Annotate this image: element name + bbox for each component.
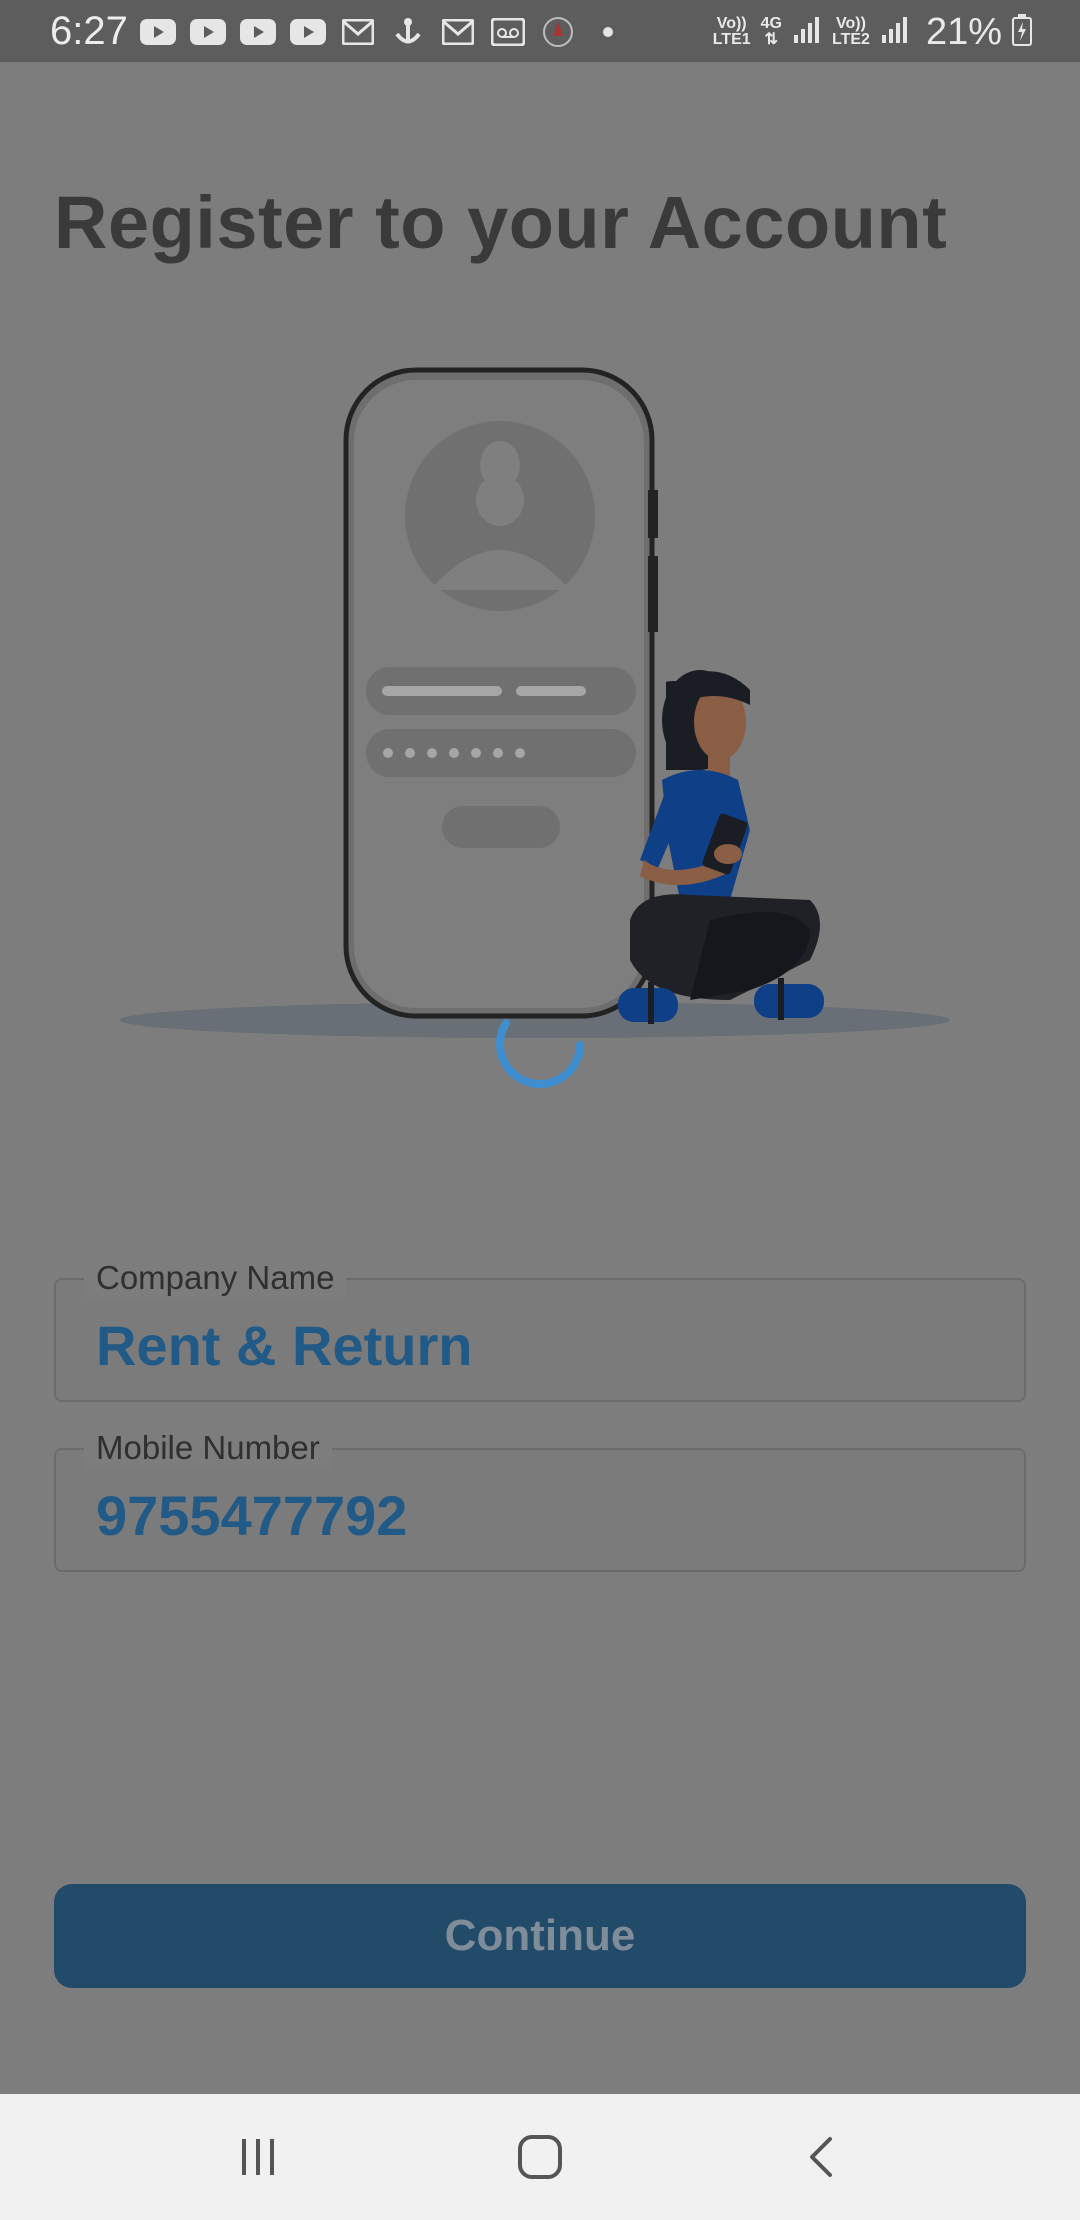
home-button[interactable] bbox=[500, 2124, 580, 2190]
back-icon bbox=[810, 2137, 832, 2177]
notification-icons bbox=[140, 14, 626, 50]
network-type-label: 4G ⇅ bbox=[760, 15, 782, 48]
circle-app-icon bbox=[540, 17, 576, 47]
youtube-icon bbox=[190, 17, 226, 47]
page-title: Register to your Account bbox=[54, 181, 948, 264]
gmail-icon bbox=[340, 17, 376, 47]
mobile-number-value[interactable]: 9755477792 bbox=[96, 1484, 407, 1548]
company-name-label: Company Name bbox=[84, 1258, 347, 1298]
anchor-icon bbox=[390, 17, 426, 47]
battery-percentage: 21% bbox=[925, 10, 1002, 53]
recents-icon bbox=[242, 2139, 274, 2175]
register-illustration bbox=[120, 367, 950, 1038]
voicemail-icon bbox=[490, 17, 526, 47]
mobile-number-field[interactable]: Mobile Number 9755477792 bbox=[54, 1428, 1026, 1572]
recents-button[interactable] bbox=[218, 2124, 298, 2190]
loading-spinner-icon bbox=[496, 1019, 584, 1089]
navigation-bar bbox=[0, 2094, 1080, 2220]
status-time: 6:27 bbox=[50, 9, 128, 53]
youtube-icon bbox=[240, 17, 276, 47]
back-button[interactable] bbox=[782, 2124, 862, 2190]
sim2-label: Vo)) LTE2 bbox=[832, 15, 870, 48]
battery-icon bbox=[1012, 13, 1032, 51]
company-name-value[interactable]: Rent & Return bbox=[96, 1314, 472, 1378]
gmail-icon bbox=[440, 17, 476, 47]
mobile-number-label: Mobile Number bbox=[84, 1428, 332, 1468]
home-icon bbox=[518, 2135, 562, 2179]
company-name-field[interactable]: Company Name Rent & Return bbox=[54, 1258, 1026, 1402]
youtube-icon bbox=[290, 17, 326, 47]
status-indicators: Vo)) LTE1 4G ⇅ Vo)) LTE2 21% bbox=[713, 10, 1032, 54]
dot-icon bbox=[590, 17, 626, 47]
signal-icon bbox=[792, 15, 822, 50]
sim1-label: Vo)) LTE1 bbox=[712, 15, 751, 48]
signal-icon bbox=[880, 15, 910, 50]
status-bar: 6:27 Vo)) LTE1 4G ⇅ Vo)) LTE2 21% bbox=[0, 0, 1080, 62]
youtube-icon bbox=[140, 17, 176, 47]
continue-button[interactable]: Continue bbox=[54, 1884, 1026, 1988]
